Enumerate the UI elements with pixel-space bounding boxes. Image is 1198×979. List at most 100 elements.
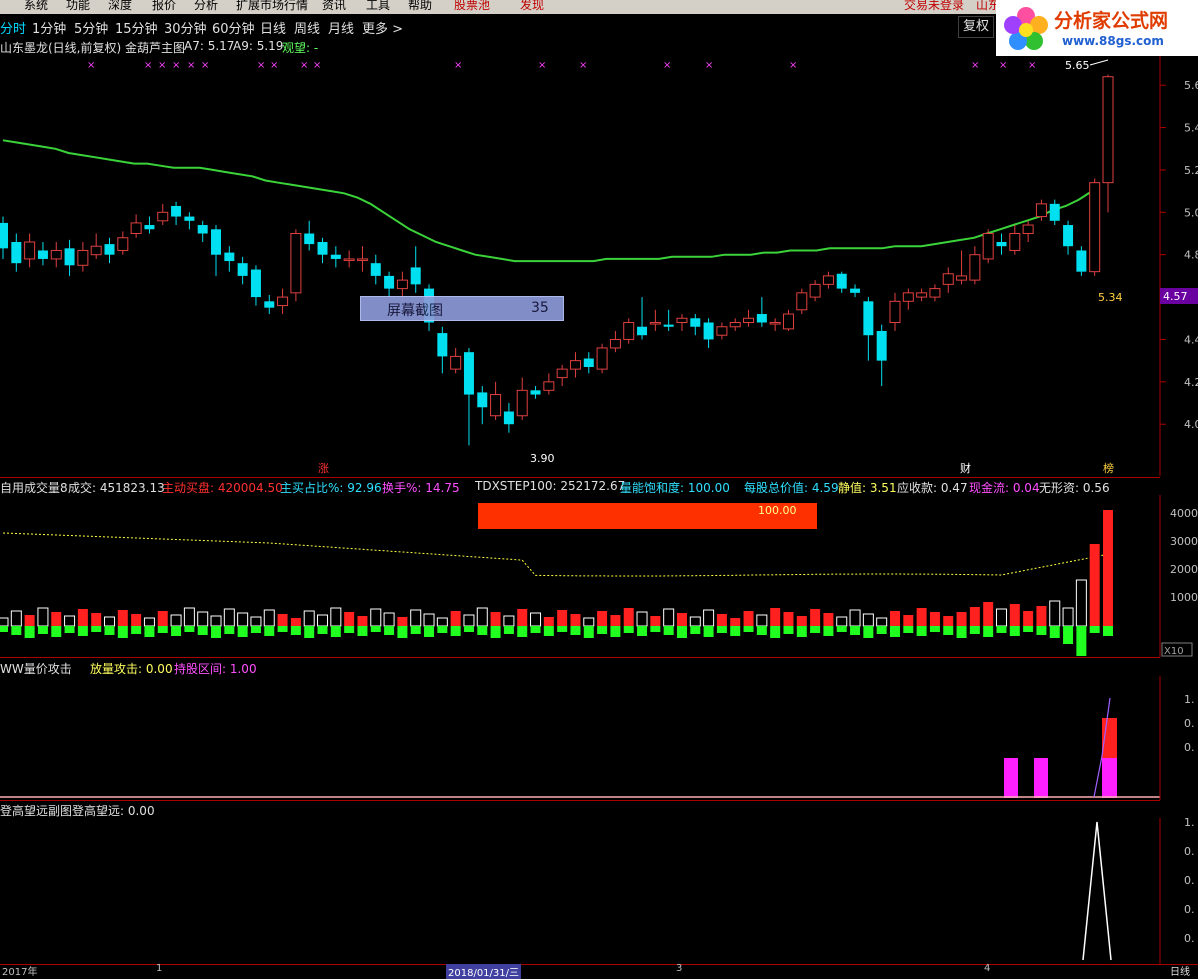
- login-status[interactable]: 交易未登录: [904, 0, 964, 13]
- volume-bar-sell: [370, 626, 381, 632]
- climb-chart[interactable]: 1. 0. 0. 0. 0.: [0, 818, 1198, 964]
- volume-bar-sell: [929, 626, 940, 632]
- menu-ext-market[interactable]: 扩展市场行情: [236, 0, 308, 13]
- period-30min[interactable]: 30分钟: [164, 18, 207, 37]
- candle: [1009, 233, 1021, 251]
- period-1min[interactable]: 1分钟: [32, 18, 66, 37]
- panel-separator: [0, 477, 1160, 478]
- candle: [1063, 225, 1074, 247]
- event-marker-rise: 涨: [318, 462, 329, 475]
- volume-bar-sell: [264, 626, 275, 636]
- climb-axis-4: 0.: [1184, 903, 1195, 916]
- volume-bar-sell: [410, 626, 421, 634]
- volume-bar: [903, 615, 914, 626]
- menu-quote[interactable]: 报价: [152, 0, 176, 13]
- site-logo: 分析家公式网 www.88gs.com: [996, 0, 1198, 56]
- candle: [503, 411, 514, 425]
- menu-tools[interactable]: 工具: [366, 0, 390, 13]
- volume-bar-sell: [290, 626, 301, 635]
- menu-function[interactable]: 功能: [66, 0, 90, 13]
- volume-bar-sell: [1076, 626, 1087, 656]
- volume-bar: [770, 608, 781, 626]
- vol-axis-4000: 4000: [1170, 507, 1198, 520]
- candle: [822, 275, 834, 285]
- date-axis: 2017年 1 2018/01/31/三 3 4 日线: [0, 963, 1198, 979]
- menu-help[interactable]: 帮助: [408, 0, 432, 13]
- signal-marker: ×: [999, 60, 1007, 71]
- candle: [996, 241, 1007, 247]
- menu-news[interactable]: 资讯: [322, 0, 346, 13]
- screenshot-value: 35: [531, 300, 549, 316]
- volume-bar-sell: [996, 626, 1007, 633]
- volume-bar: [37, 607, 49, 627]
- candle: [663, 324, 674, 327]
- volume-bar-sell: [277, 626, 288, 632]
- volume-bar: [277, 614, 288, 626]
- event-marker-rank: 榜: [1103, 461, 1114, 475]
- menu-discover[interactable]: 发现: [520, 0, 544, 13]
- candle: [743, 317, 755, 324]
- volume-bar-sell: [863, 626, 874, 638]
- candle: [144, 225, 155, 230]
- signal-marker: ×: [187, 60, 195, 71]
- volume-bar-sell: [463, 626, 474, 632]
- candlestick-chart[interactable]: ××××××××××××××××××× 5.65.45.25.04.84.64.…: [0, 56, 1198, 476]
- volume-bar-sell: [770, 626, 781, 638]
- period-weekly[interactable]: 周线: [294, 18, 320, 37]
- volume-bar-sell: [730, 626, 741, 636]
- y-axis-label: 4.8: [1184, 249, 1198, 262]
- climb-axis-1: 1.: [1184, 818, 1195, 829]
- menu-depth[interactable]: 深度: [108, 0, 132, 13]
- candle: [969, 254, 981, 281]
- period-60min[interactable]: 60分钟: [212, 18, 255, 37]
- candle: [1022, 224, 1034, 235]
- candle: [850, 288, 861, 293]
- period-15min[interactable]: 15分钟: [115, 18, 158, 37]
- period-more[interactable]: 更多 >: [362, 18, 403, 37]
- volume-bar-sell: [663, 626, 674, 635]
- y-axis-label: 5.2: [1184, 164, 1198, 177]
- volume-bar: [10, 610, 22, 627]
- period-tick[interactable]: 分时: [0, 18, 26, 37]
- period-5min[interactable]: 5分钟: [74, 18, 108, 37]
- volume-bar: [823, 613, 834, 626]
- menu-stock-pool[interactable]: 股票池: [454, 0, 490, 13]
- volume-bar: [810, 609, 821, 626]
- candle: [796, 292, 808, 311]
- menu-system[interactable]: 系统: [24, 0, 48, 13]
- candle: [490, 394, 502, 417]
- candle: [729, 322, 741, 328]
- attack-chart[interactable]: 1. 0. 0.: [0, 676, 1198, 800]
- volume-bar-sell: [969, 626, 980, 634]
- volume-bar-sell: [743, 626, 754, 632]
- period-monthly[interactable]: 月线: [328, 18, 354, 37]
- volume-bar-sell: [144, 626, 155, 637]
- volume-bar-sell: [250, 626, 261, 633]
- menu-analysis[interactable]: 分析: [194, 0, 218, 13]
- candle: [77, 249, 89, 266]
- volume-bar: [476, 607, 488, 627]
- period-daily[interactable]: 日线: [260, 18, 286, 37]
- volume-bar-sell: [490, 626, 501, 638]
- volume-bar: [423, 613, 435, 627]
- volume-bar-sell: [317, 626, 328, 634]
- volume-bar: [597, 611, 608, 626]
- candle: [703, 322, 714, 340]
- volume-bar-sell: [836, 626, 847, 632]
- panel-separator: [0, 800, 1160, 801]
- volume-bar: [583, 617, 595, 627]
- volume-bar-sell: [823, 626, 834, 636]
- candle: [1035, 203, 1047, 218]
- volume-bar: [876, 617, 888, 627]
- screenshot-widget[interactable]: 屏幕截图 35: [360, 296, 564, 321]
- restore-rights-button[interactable]: 复权: [958, 16, 994, 38]
- volume-chart[interactable]: 100.00 4000 3000 2000 1000 X10: [0, 495, 1198, 657]
- tdx-step-value: TDXSTEP100: 252172.67: [475, 479, 626, 493]
- climb-panel-title: 登高望远副图: [0, 804, 73, 818]
- volume-bar: [916, 608, 927, 626]
- volume-bar: [663, 608, 675, 627]
- candle: [396, 279, 408, 290]
- candle: [264, 301, 275, 308]
- volume-bar: [117, 610, 128, 626]
- current-price-tag: 4.57: [1163, 290, 1188, 303]
